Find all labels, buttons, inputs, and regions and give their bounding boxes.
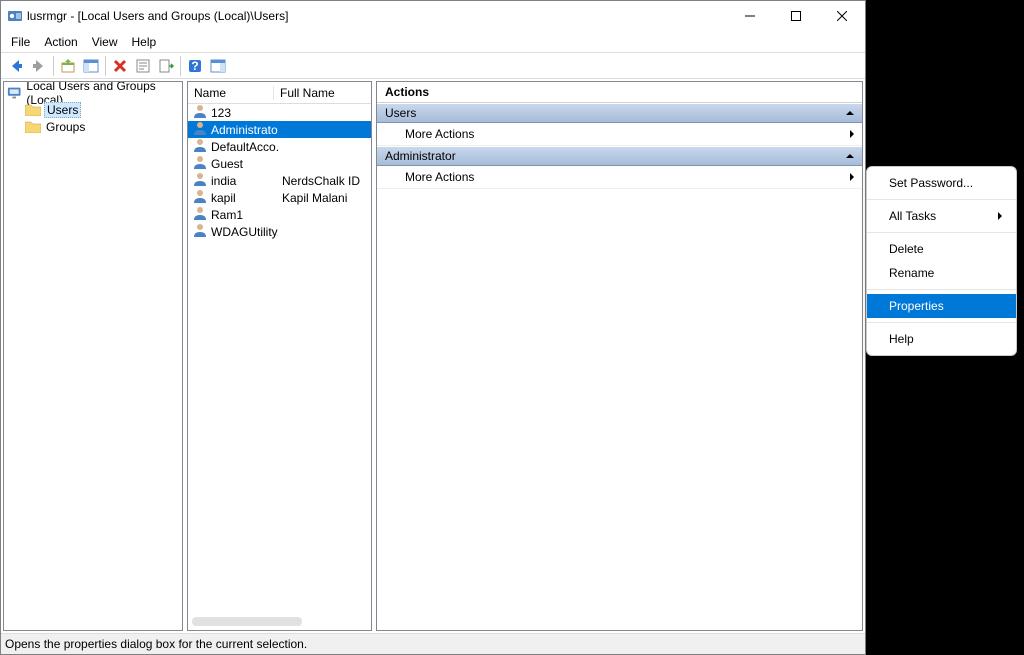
actions-pane: Actions Users More Actions Administrator… [376,81,863,631]
cm-rename[interactable]: Rename [867,261,1016,285]
forward-button[interactable] [28,55,50,77]
show-hide-tree-button[interactable] [80,55,102,77]
user-name: WDAGUtility... [211,225,278,239]
menu-file[interactable]: File [11,35,30,49]
tree-groups[interactable]: Groups [5,118,181,135]
cm-delete[interactable]: Delete [867,237,1016,261]
horizontal-scrollbar[interactable] [192,617,302,626]
chevron-right-icon [998,212,1002,220]
cm-all-tasks[interactable]: All Tasks [867,204,1016,228]
user-fullname: NerdsChalk ID [278,174,371,188]
user-icon [192,222,208,241]
tree-root[interactable]: Local Users and Groups (Local) [5,84,181,101]
user-name: Administrator [211,123,278,137]
client-area: Local Users and Groups (Local) Users Gro… [1,79,865,634]
properties-button[interactable] [132,55,154,77]
cm-separator [867,322,1016,323]
window-title: lusrmgr - [Local Users and Groups (Local… [27,9,288,23]
user-row[interactable]: 123 [188,104,371,121]
list-header: Name Full Name [188,82,371,104]
delete-button[interactable] [109,55,131,77]
chevron-right-icon [850,173,854,181]
cm-set-password[interactable]: Set Password... [867,171,1016,195]
user-row[interactable]: Guest [188,155,371,172]
user-name: Guest [211,157,243,171]
svg-text:?: ? [191,59,198,73]
actions-admin-more-label: More Actions [405,170,474,184]
tree-groups-label: Groups [44,120,87,134]
actions-users-more[interactable]: More Actions [377,123,862,146]
user-name: kapil [211,191,236,205]
user-row[interactable]: Administrator [188,121,371,138]
list-pane: Name Full Name 123 Administrator DefaultAc… [187,81,372,631]
user-fullname: Kapil Malani [278,191,371,205]
user-row[interactable]: Ram1 [188,206,371,223]
chevron-right-icon [850,130,854,138]
user-row[interactable]: india NerdsChalk ID [188,172,371,189]
app-icon [7,8,23,24]
back-button[interactable] [5,55,27,77]
user-name: Ram1 [211,208,243,222]
actions-section-users[interactable]: Users [377,103,862,123]
user-name: india [211,174,236,188]
chevron-up-icon [846,154,854,158]
close-button[interactable] [819,1,865,31]
minimize-button[interactable] [727,1,773,31]
menu-view[interactable]: View [92,35,118,49]
cm-help[interactable]: Help [867,327,1016,351]
actions-users-more-label: More Actions [405,127,474,141]
context-menu: Set Password... All Tasks Delete Rename … [866,166,1017,356]
titlebar: lusrmgr - [Local Users and Groups (Local… [1,1,865,31]
up-button[interactable] [57,55,79,77]
actions-pane-button[interactable] [207,55,229,77]
cm-separator [867,232,1016,233]
cm-set-password-label: Set Password... [889,176,973,190]
cm-properties-label: Properties [889,299,944,313]
actions-section-admin-label: Administrator [385,149,456,163]
actions-section-users-label: Users [385,106,416,120]
list-body: 123AdministratorDefaultAcco...Guestindia… [188,104,371,240]
cm-all-tasks-label: All Tasks [889,209,936,223]
cm-separator [867,289,1016,290]
statusbar-text: Opens the properties dialog box for the … [5,637,307,651]
cm-properties[interactable]: Properties [867,294,1016,318]
tree-users-label: Users [44,102,81,118]
actions-admin-more[interactable]: More Actions [377,166,862,189]
cm-separator [867,199,1016,200]
export-button[interactable] [155,55,177,77]
menu-action[interactable]: Action [44,35,77,49]
menu-help[interactable]: Help [132,35,157,49]
cm-rename-label: Rename [889,266,934,280]
help-button[interactable]: ? [184,55,206,77]
actions-section-admin[interactable]: Administrator [377,146,862,166]
user-row[interactable]: DefaultAcco... [188,138,371,155]
user-name: 123 [211,106,231,120]
col-name[interactable]: Name [188,86,274,100]
user-name: DefaultAcco... [211,140,278,154]
actions-header: Actions [377,82,862,103]
tree-pane: Local Users and Groups (Local) Users Gro… [3,81,183,631]
cm-help-label: Help [889,332,914,346]
cm-delete-label: Delete [889,242,924,256]
statusbar: Opens the properties dialog box for the … [1,634,865,654]
user-row[interactable]: WDAGUtility... [188,223,371,240]
menubar: File Action View Help [1,31,865,53]
chevron-up-icon [846,111,854,115]
col-fullname[interactable]: Full Name [274,86,371,100]
user-row[interactable]: kapil Kapil Malani [188,189,371,206]
toolbar: ? [1,53,865,79]
mmc-window: lusrmgr - [Local Users and Groups (Local… [0,0,866,655]
maximize-button[interactable] [773,1,819,31]
